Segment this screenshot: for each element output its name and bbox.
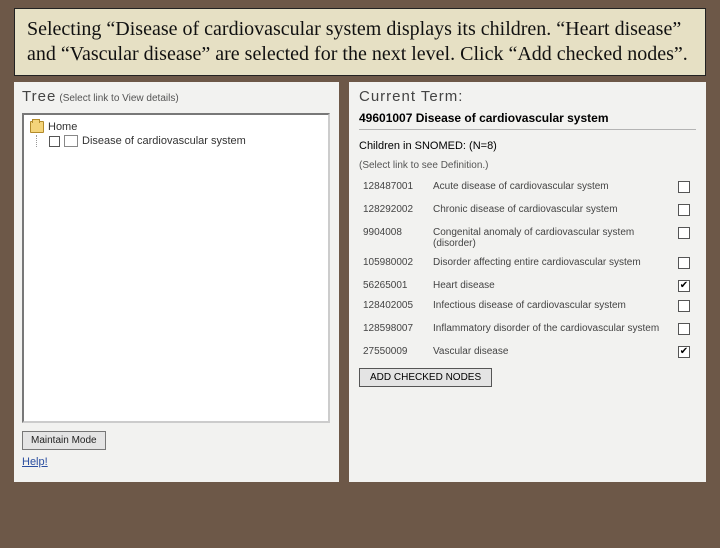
table-row: 27550009Vascular disease [359, 342, 696, 362]
child-code[interactable]: 9904008 [359, 223, 429, 253]
child-checkbox[interactable] [678, 181, 690, 193]
child-code[interactable]: 27550009 [359, 342, 429, 362]
current-term-title: Current Term: [359, 88, 696, 105]
child-code[interactable]: 105980002 [359, 253, 429, 276]
children-header: Children in SNOMED: (N=8) [359, 140, 696, 152]
child-checkbox-cell [672, 253, 696, 276]
current-term-value: 49601007 Disease of cardiovascular syste… [359, 111, 696, 125]
child-name[interactable]: Heart disease [429, 276, 672, 296]
table-row: 128292002Chronic disease of cardiovascul… [359, 200, 696, 223]
tree-subtitle: (Select link to View details) [59, 93, 178, 104]
tree-title: Tree [22, 88, 56, 105]
help-link[interactable]: Help! [22, 456, 48, 468]
table-row: 128402005Infectious disease of cardiovas… [359, 296, 696, 319]
child-checkbox[interactable] [678, 323, 690, 335]
child-checkbox[interactable] [678, 300, 690, 312]
child-code[interactable]: 128292002 [359, 200, 429, 223]
tree-branch: Disease of cardiovascular system [36, 135, 322, 147]
table-row: 128487001Acute disease of cardiovascular… [359, 177, 696, 200]
tree-child-label: Disease of cardiovascular system [82, 135, 246, 147]
table-row: 56265001Heart disease [359, 276, 696, 296]
document-icon [64, 135, 78, 147]
table-row: 105980002Disorder affecting entire cardi… [359, 253, 696, 276]
tree-pane: Tree (Select link to View details) Home … [14, 82, 339, 482]
child-checkbox-cell [672, 223, 696, 253]
separator [359, 129, 696, 130]
child-name[interactable]: Acute disease of cardiovascular system [429, 177, 672, 200]
tree-buttons: Maintain Mode [22, 431, 331, 450]
children-table: 128487001Acute disease of cardiovascular… [359, 177, 696, 362]
child-checkbox-cell [672, 342, 696, 362]
child-name[interactable]: Disorder affecting entire cardiovascular… [429, 253, 672, 276]
panels: Tree (Select link to View details) Home … [0, 82, 720, 482]
add-row: ADD CHECKED NODES [359, 368, 696, 387]
child-code[interactable]: 128402005 [359, 296, 429, 319]
table-row: 128598007Inflammatory disorder of the ca… [359, 319, 696, 342]
child-name[interactable]: Chronic disease of cardiovascular system [429, 200, 672, 223]
maintain-mode-button[interactable]: Maintain Mode [22, 431, 106, 450]
child-code[interactable]: 128598007 [359, 319, 429, 342]
child-checkbox[interactable] [678, 346, 690, 358]
child-checkbox[interactable] [678, 204, 690, 216]
child-checkbox-cell [672, 296, 696, 319]
instruction-callout: Selecting “Disease of cardiovascular sys… [14, 8, 706, 76]
tree-box: Home Disease of cardiovascular system [22, 113, 330, 423]
definition-hint: (Select link to see Definition.) [359, 160, 696, 171]
child-name[interactable]: Congenital anomaly of cardiovascular sys… [429, 223, 672, 253]
child-checkbox-cell [672, 177, 696, 200]
child-code[interactable]: 56265001 [359, 276, 429, 296]
child-checkbox[interactable] [678, 280, 690, 292]
child-name[interactable]: Vascular disease [429, 342, 672, 362]
term-pane: Current Term: 49601007 Disease of cardio… [349, 82, 706, 482]
tree-root[interactable]: Home [30, 121, 322, 133]
table-row: 9904008Congenital anomaly of cardiovascu… [359, 223, 696, 253]
child-checkbox-cell [672, 276, 696, 296]
folder-icon [30, 121, 44, 133]
tree-checkbox[interactable] [49, 136, 60, 147]
add-checked-nodes-button[interactable]: ADD CHECKED NODES [359, 368, 492, 387]
child-checkbox[interactable] [678, 257, 690, 269]
tree-child[interactable]: Disease of cardiovascular system [49, 135, 322, 147]
tree-root-label: Home [48, 121, 77, 133]
child-name[interactable]: Infectious disease of cardiovascular sys… [429, 296, 672, 319]
child-checkbox-cell [672, 200, 696, 223]
child-name[interactable]: Inflammatory disorder of the cardiovascu… [429, 319, 672, 342]
child-checkbox[interactable] [678, 227, 690, 239]
child-code[interactable]: 128487001 [359, 177, 429, 200]
child-checkbox-cell [672, 319, 696, 342]
